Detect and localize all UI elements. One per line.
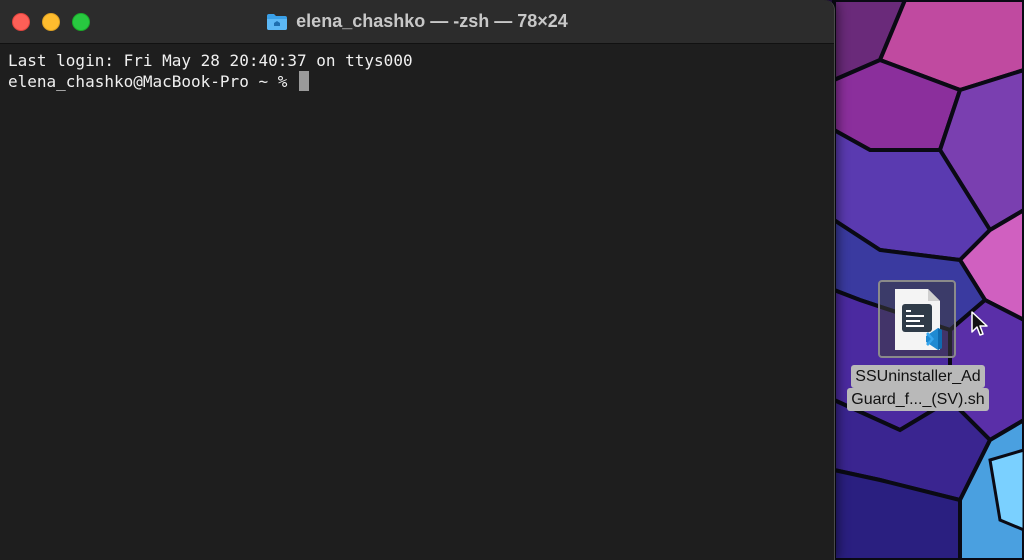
- screen: elena_chashko — -zsh — 78×24 Last login:…: [0, 0, 1024, 560]
- file-name-line-1: SSUninstaller_Ad: [851, 365, 985, 388]
- terminal-prompt: elena_chashko@MacBook-Pro ~ %: [8, 72, 297, 91]
- terminal-output[interactable]: Last login: Fri May 28 20:40:37 on ttys0…: [0, 44, 834, 560]
- terminal-line: Last login: Fri May 28 20:40:37 on ttys0…: [8, 51, 413, 70]
- folder-home-icon: [267, 13, 288, 30]
- text-cursor: [298, 71, 309, 91]
- file-name-label[interactable]: SSUninstaller_Ad Guard_f..._(SV).sh: [836, 365, 1000, 411]
- terminal-window[interactable]: elena_chashko — -zsh — 78×24 Last login:…: [0, 0, 835, 560]
- window-titlebar[interactable]: elena_chashko — -zsh — 78×24: [0, 0, 834, 44]
- file-name-line-2: Guard_f..._(SV).sh: [847, 388, 989, 411]
- window-title: elena_chashko — -zsh — 78×24: [296, 11, 568, 31]
- mouse-pointer-icon: [971, 311, 988, 336]
- desktop-file-item[interactable]: SSUninstaller_Ad Guard_f..._(SV).sh: [836, 280, 1000, 411]
- window-title-group: elena_chashko — -zsh — 78×24: [0, 0, 834, 43]
- shell-script-file-icon: [895, 289, 942, 350]
- terminal-prompt-line[interactable]: elena_chashko@MacBook-Pro ~ %: [8, 71, 826, 92]
- file-icon-selection[interactable]: [878, 280, 956, 358]
